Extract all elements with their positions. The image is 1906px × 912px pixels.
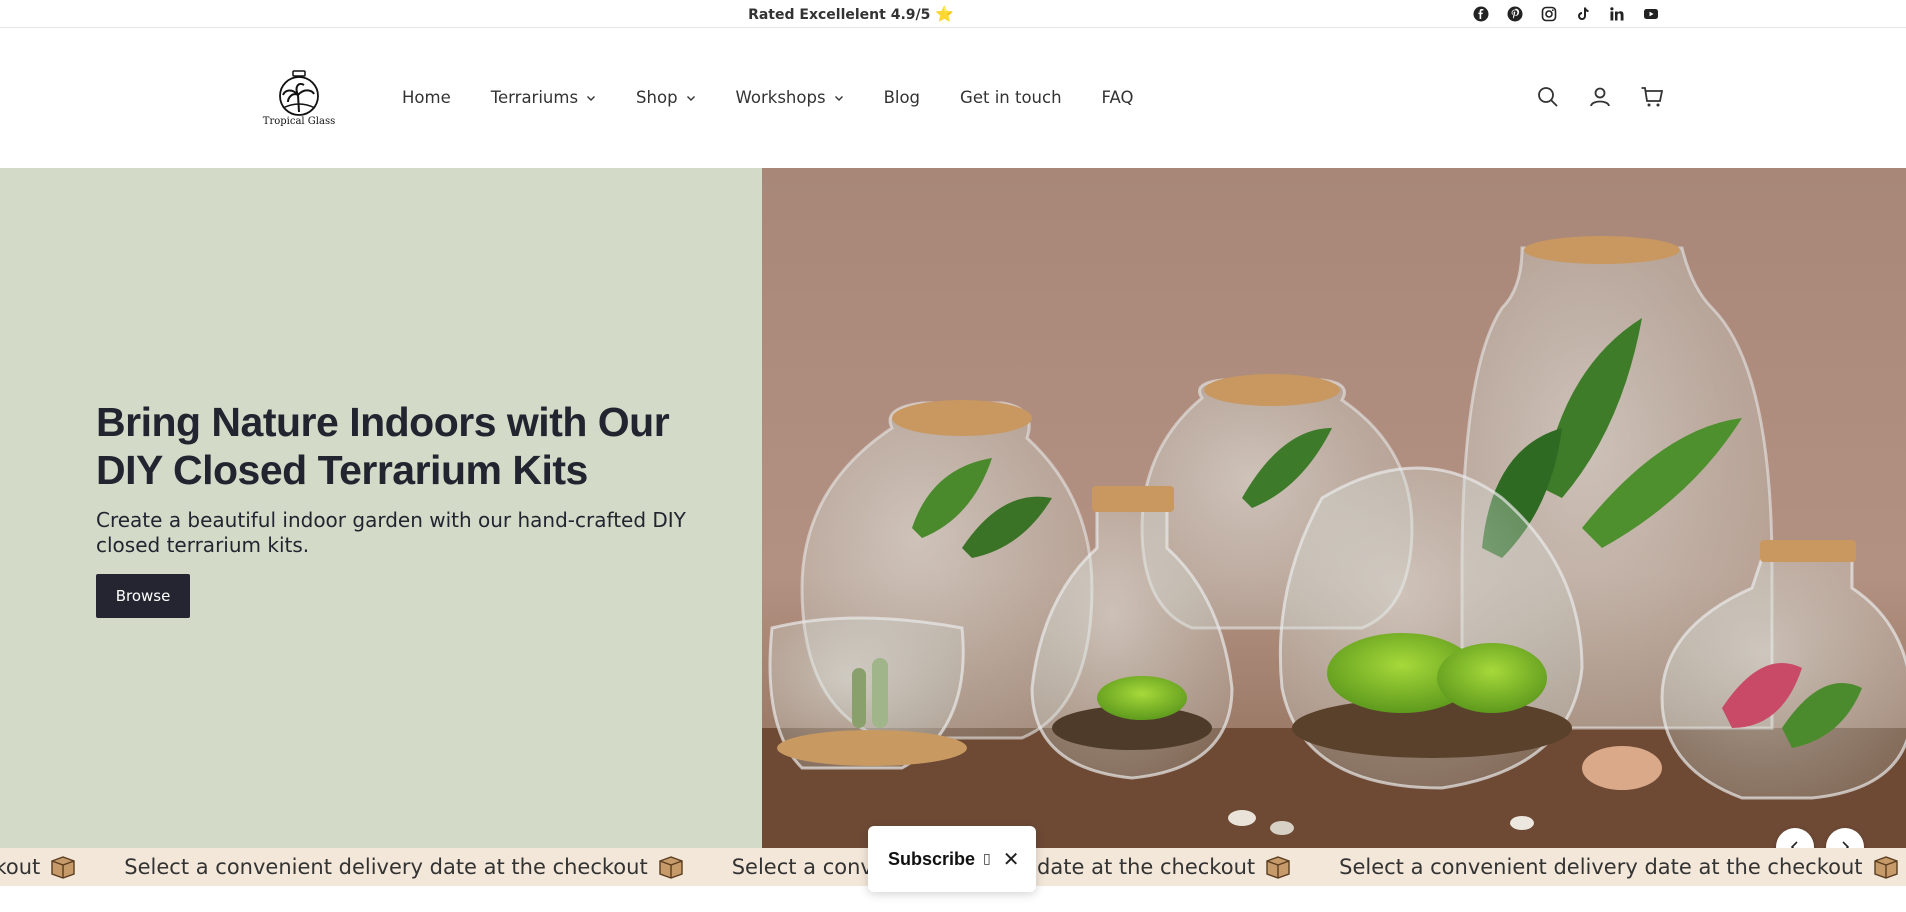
close-icon[interactable]: ✕ bbox=[1003, 847, 1020, 871]
subscribe-popup: Subscribe ▯ ✕ bbox=[868, 826, 1036, 892]
hero-slider: Bring Nature Indoors with Our DIY Closed… bbox=[0, 168, 1906, 848]
chevron-down-icon bbox=[834, 95, 843, 101]
nav-label: Workshops bbox=[735, 88, 826, 107]
search-icon[interactable] bbox=[1536, 85, 1560, 109]
site-header: Tropical Glass Home Terrariums Shop Work… bbox=[0, 28, 1906, 168]
instagram-icon[interactable] bbox=[1538, 4, 1560, 24]
subscribe-button[interactable]: Subscribe bbox=[888, 849, 975, 870]
hero-subtitle: Create a beautiful indoor garden with ou… bbox=[96, 508, 686, 557]
marquee-text: Select a convenient delivery date at the… bbox=[1339, 855, 1863, 879]
main-nav: Home Terrariums Shop Workshops Blog Get … bbox=[402, 88, 1134, 107]
linkedin-icon[interactable] bbox=[1606, 4, 1628, 24]
box-icon bbox=[1266, 856, 1290, 879]
nav-label: Blog bbox=[883, 88, 921, 107]
rating-label: Rated Excellelent 4.9/5 bbox=[748, 7, 931, 23]
facebook-icon[interactable] bbox=[1470, 4, 1492, 24]
announcement-bar: Rated Excellelent 4.9/5 ⭐ bbox=[0, 0, 1906, 28]
hero-text-panel: Bring Nature Indoors with Our DIY Closed… bbox=[0, 168, 762, 848]
nav-item-workshops[interactable]: Workshops bbox=[736, 88, 844, 107]
marquee-item: Select a convenient delivery date at the… bbox=[1339, 855, 1898, 879]
pinterest-icon[interactable] bbox=[1504, 4, 1526, 24]
nav-item-home[interactable]: Home bbox=[402, 88, 451, 107]
nav-label: FAQ bbox=[1101, 88, 1134, 107]
logo-text: Tropical Glass bbox=[262, 116, 336, 127]
nav-item-shop[interactable]: Shop bbox=[636, 88, 696, 107]
nav-label: Shop bbox=[636, 88, 678, 107]
cart-icon[interactable] bbox=[1640, 85, 1664, 109]
hero-image bbox=[762, 168, 1906, 848]
social-links bbox=[1470, 4, 1662, 24]
nav-label: Terrariums bbox=[490, 88, 579, 107]
nav-item-blog[interactable]: Blog bbox=[884, 88, 920, 107]
box-icon bbox=[659, 856, 683, 879]
hero-title: Bring Nature Indoors with Our DIY Closed… bbox=[96, 399, 670, 493]
header-actions bbox=[1536, 85, 1664, 109]
nav-item-terrariums[interactable]: Terrariums bbox=[491, 88, 596, 107]
nav-label: Get in touch bbox=[960, 88, 1062, 107]
marquee-text: eckout bbox=[0, 855, 41, 879]
rating-text: Rated Excellelent 4.9/5 ⭐ bbox=[0, 5, 1702, 23]
chevron-down-icon bbox=[686, 95, 695, 101]
box-icon bbox=[1873, 856, 1898, 879]
chevron-down-icon bbox=[587, 95, 596, 101]
tiktok-icon[interactable] bbox=[1572, 4, 1594, 24]
site-logo[interactable]: Tropical Glass bbox=[254, 68, 344, 130]
browse-button[interactable]: Browse bbox=[96, 574, 190, 618]
star-icon: ⭐ bbox=[935, 5, 954, 23]
marquee-text: Select a convenient delivery date at the… bbox=[124, 855, 648, 879]
mail-icon: ▯ bbox=[983, 851, 991, 867]
box-icon bbox=[51, 856, 75, 879]
nav-item-faq[interactable]: FAQ bbox=[1102, 88, 1134, 107]
marquee-item: Select a convenient delivery date at the… bbox=[124, 855, 683, 879]
nav-label: Home bbox=[402, 88, 451, 107]
marquee-item: eckout bbox=[0, 855, 76, 879]
youtube-icon[interactable] bbox=[1640, 4, 1662, 24]
account-icon[interactable] bbox=[1588, 85, 1612, 109]
nav-item-get-in-touch[interactable]: Get in touch bbox=[960, 88, 1062, 107]
